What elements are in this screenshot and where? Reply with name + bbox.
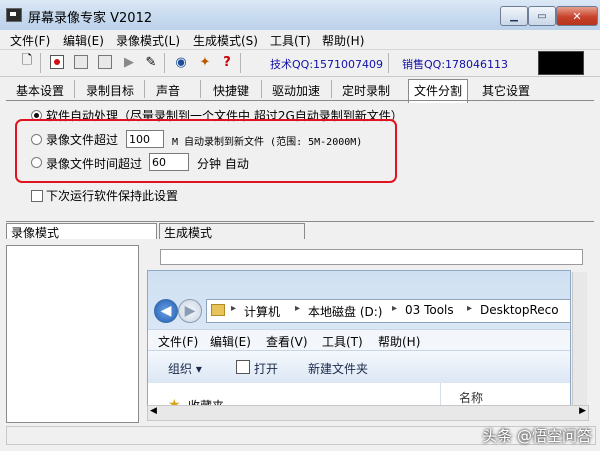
tab-separator bbox=[144, 80, 145, 98]
tab-record-target[interactable]: 录制目标 bbox=[86, 80, 134, 102]
pen-icon[interactable]: ✎ bbox=[142, 53, 160, 71]
path-arrow-icon: ▸ bbox=[231, 303, 237, 314]
toolbar-separator bbox=[40, 53, 41, 73]
menu-record-mode[interactable]: 录像模式(L) bbox=[116, 32, 180, 49]
menu-tools[interactable]: 工具(T) bbox=[270, 32, 311, 49]
watermark: 头条 @悟空问答 bbox=[482, 427, 592, 445]
path-arrow-icon: ▸ bbox=[392, 303, 398, 314]
explorer-menu-view[interactable]: 查看(V) bbox=[266, 333, 308, 350]
sales-qq-label: 销售QQ:178046113 bbox=[402, 58, 509, 71]
menu-file[interactable]: 文件(F) bbox=[10, 32, 50, 49]
tab-audio[interactable]: 声音 bbox=[156, 80, 180, 102]
explorer-menu-file[interactable]: 文件(F) bbox=[158, 333, 198, 350]
explorer-menu-help[interactable]: 帮助(H) bbox=[378, 333, 420, 350]
scroll-left-icon[interactable]: ◀ bbox=[150, 406, 157, 416]
preview-strip bbox=[160, 249, 583, 265]
menu-generate-mode[interactable]: 生成模式(S) bbox=[193, 32, 258, 49]
gift-icon[interactable]: ✦ bbox=[196, 53, 214, 71]
address-bar[interactable]: ▸ 计算机 ▸ 本地磁盘 (D:) ▸ 03 Tools ▸ DesktopRe… bbox=[206, 299, 570, 323]
close-icon: ✕ bbox=[572, 9, 582, 23]
toolbar-separator bbox=[164, 53, 165, 73]
maximize-button[interactable]: ▭ bbox=[528, 6, 556, 26]
record-list[interactable] bbox=[6, 245, 139, 423]
tab-driver-accel[interactable]: 驱动加速 bbox=[272, 80, 320, 102]
menu-edit[interactable]: 编辑(E) bbox=[63, 32, 104, 49]
open-icon bbox=[236, 360, 250, 374]
stop-icon bbox=[98, 55, 112, 69]
window-title: 屏幕录像专家 V2012 bbox=[28, 11, 153, 26]
path-segment[interactable]: 计算机 bbox=[244, 303, 280, 320]
tech-qq-label: 技术QQ:1571007409 bbox=[270, 58, 384, 71]
explorer-menu-tools[interactable]: 工具(T) bbox=[322, 333, 363, 350]
minimize-button[interactable]: ▁ bbox=[500, 6, 528, 26]
toolbar: 🗋 ▶ ✎ ◉ ✦ ? 技术QQ:1571007409 销售QQ:1780461… bbox=[0, 49, 600, 77]
path-arrow-icon: ▸ bbox=[467, 303, 473, 314]
toolbar-separator bbox=[388, 53, 389, 73]
vertical-scrollbar[interactable] bbox=[572, 272, 587, 405]
close-button[interactable]: ✕ bbox=[556, 6, 598, 26]
camera-icon[interactable]: ▶ bbox=[120, 53, 138, 71]
path-arrow-icon: ▸ bbox=[295, 303, 301, 314]
open-button[interactable]: 打开 bbox=[254, 360, 278, 377]
explorer-menu-bar: 文件(F) 编辑(E) 查看(V) 工具(T) 帮助(H) bbox=[148, 329, 570, 350]
back-icon[interactable]: ◀ bbox=[154, 299, 178, 323]
record-button[interactable] bbox=[48, 53, 66, 71]
generate-mode-label: 生成模式 bbox=[164, 226, 213, 240]
panel-divider bbox=[6, 221, 594, 222]
explorer-command-bar: 组织 ▾ 打开 新建文件夹 bbox=[148, 350, 570, 384]
keep-setting-label: 下次运行软件保持此设置 bbox=[46, 189, 179, 203]
tab-separator bbox=[74, 80, 75, 98]
toolbar-separator bbox=[240, 53, 241, 73]
explorer-menu-edit[interactable]: 编辑(E) bbox=[210, 333, 251, 350]
scroll-right-icon[interactable]: ▶ bbox=[579, 406, 586, 416]
globe-icon[interactable]: ◉ bbox=[172, 53, 190, 71]
help-icon[interactable]: ? bbox=[218, 53, 236, 71]
new-file-icon[interactable]: 🗋 bbox=[18, 53, 36, 71]
highlight-box bbox=[15, 119, 397, 183]
record-icon bbox=[50, 55, 64, 69]
keep-setting-checkbox[interactable] bbox=[31, 190, 43, 202]
stop-button[interactable] bbox=[96, 53, 114, 71]
menu-bar: 文件(F) 编辑(E) 录像模式(L) 生成模式(S) 工具(T) 帮助(H) bbox=[0, 30, 600, 49]
organize-button[interactable]: 组织 ▾ bbox=[168, 360, 202, 377]
maximize-icon: ▭ bbox=[537, 10, 547, 22]
pause-button[interactable] bbox=[72, 53, 90, 71]
app-icon bbox=[6, 8, 22, 22]
tab-other[interactable]: 其它设置 bbox=[482, 80, 530, 102]
pause-icon bbox=[74, 55, 88, 69]
tab-hotkeys[interactable]: 快捷键 bbox=[213, 80, 249, 102]
new-folder-button[interactable]: 新建文件夹 bbox=[308, 360, 368, 377]
horizontal-scrollbar[interactable]: ◀ ▶ bbox=[147, 405, 589, 421]
tab-divider bbox=[6, 100, 594, 101]
title-bar[interactable]: 屏幕录像专家 V2012 ▁ ▭ ✕ bbox=[0, 0, 600, 31]
menu-help[interactable]: 帮助(H) bbox=[322, 32, 364, 49]
preview-swatch bbox=[538, 51, 584, 75]
tab-basic[interactable]: 基本设置 bbox=[16, 80, 64, 102]
tab-separator bbox=[331, 80, 332, 98]
path-segment[interactable]: DesktopReco bbox=[480, 303, 559, 317]
tab-scheduled[interactable]: 定时录制 bbox=[342, 80, 390, 102]
tab-generate-mode[interactable]: 生成模式 bbox=[159, 223, 305, 240]
tab-record-mode[interactable]: 录像模式 bbox=[6, 223, 157, 240]
tab-separator bbox=[200, 80, 201, 98]
capture-preview: ◀ ▶ ▸ 计算机 ▸ 本地磁盘 (D:) ▸ 03 Tools ▸ Deskt… bbox=[147, 270, 571, 420]
forward-icon[interactable]: ▶ bbox=[178, 299, 202, 323]
minimize-icon: ▁ bbox=[510, 10, 518, 22]
tab-separator bbox=[261, 80, 262, 98]
record-mode-label: 录像模式 bbox=[11, 226, 60, 240]
path-segment[interactable]: 本地磁盘 (D:) bbox=[308, 303, 382, 320]
name-column-header[interactable]: 名称 bbox=[459, 389, 483, 406]
folder-icon bbox=[211, 304, 225, 316]
path-segment[interactable]: 03 Tools bbox=[405, 303, 454, 317]
